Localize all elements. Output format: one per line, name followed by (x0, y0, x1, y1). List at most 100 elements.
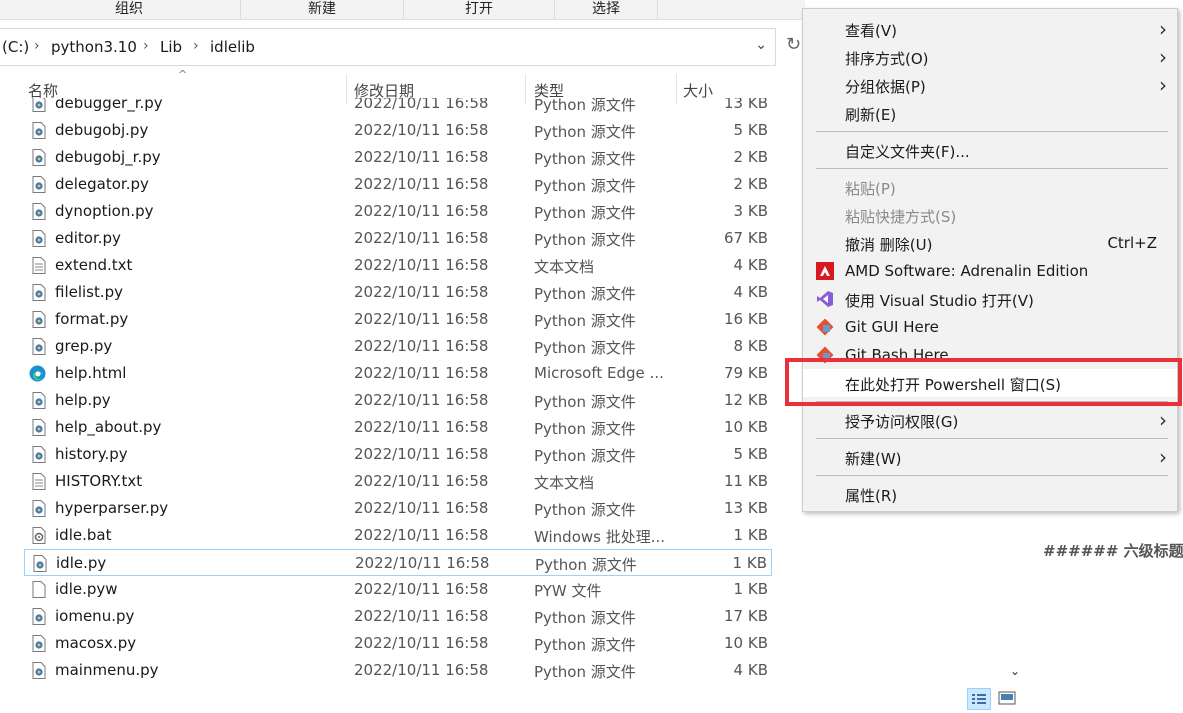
menu-item-label: 排序方式(O) (845, 50, 929, 68)
file-type: Python 源文件 (534, 393, 636, 411)
file-row[interactable]: editor.py 2022/10/11 16:58 Python 源文件 67 KB (24, 225, 772, 252)
file-date: 2022/10/11 16:58 (354, 256, 489, 274)
file-row[interactable]: help.html 2022/10/11 16:58 Microsoft Edge … (24, 360, 772, 387)
file-type: Python 源文件 (535, 556, 637, 574)
file-date: 2022/10/11 16:58 (354, 418, 489, 436)
file-type: Python 源文件 (534, 312, 636, 330)
sort-ascending-icon: ^ (178, 68, 188, 81)
file-size: 13 KB (724, 499, 768, 517)
file-date: 2022/10/11 16:58 (354, 445, 489, 463)
file-row[interactable]: format.py 2022/10/11 16:58 Python 源文件 16 KB (24, 306, 772, 333)
file-date: 2022/10/11 16:58 (354, 364, 489, 382)
file-date: 2022/10/11 16:58 (354, 283, 489, 301)
ribbon-group-new[interactable]: 新建 (241, 0, 404, 19)
menu-item-label: Git GUI Here (845, 318, 939, 336)
file-type: Windows 批处理... (534, 528, 666, 546)
file-row[interactable]: extend.txt 2022/10/11 16:58 文本文档 4 KB (24, 252, 772, 279)
file-row[interactable]: idle.bat 2022/10/11 16:58 Windows 批处理... 1 … (24, 522, 772, 549)
chevron-down-icon[interactable]: ⌄ (755, 37, 767, 53)
file-row[interactable]: filelist.py 2022/10/11 16:58 Python 源文件 4 K… (24, 279, 772, 306)
menu-item[interactable]: 刷新(E) (803, 99, 1177, 127)
file-row[interactable]: help.py 2022/10/11 16:58 Python 源文件 12 KB (24, 387, 772, 414)
scroll-down-icon[interactable]: ⌄ (1010, 664, 1020, 678)
file-row[interactable]: help_about.py 2022/10/11 16:58 Python 源文件 1… (24, 414, 772, 441)
python-file-icon (32, 122, 46, 139)
file-row[interactable]: dynoption.py 2022/10/11 16:58 Python 源文件 3 … (24, 198, 772, 225)
menu-item-label: 新建(W) (845, 450, 902, 468)
file-row[interactable]: debugobj.py 2022/10/11 16:58 Python 源文件 5 K… (24, 117, 772, 144)
python-file-icon (32, 419, 46, 436)
file-row[interactable]: macosx.py 2022/10/11 16:58 Python 源文件 10 KB (24, 630, 772, 657)
file-date: 2022/10/11 16:58 (354, 472, 489, 490)
large-icons-view-button[interactable] (996, 688, 1020, 710)
file-size: 1 KB (733, 526, 768, 544)
file-size: 5 KB (733, 121, 768, 139)
ribbon-group-select[interactable]: 选择 (555, 0, 658, 19)
menu-item-label: 自定义文件夹(F)... (845, 143, 970, 161)
address-bar[interactable]: (C:) › python3.10 › Lib › idlelib ⌄ (0, 28, 776, 66)
menu-item[interactable]: 撤消 删除(U) Ctrl+Z (803, 229, 1177, 257)
menu-item[interactable]: 使用 Visual Studio 打开(V) (803, 285, 1177, 313)
menu-item-label: 查看(V) (845, 22, 897, 40)
python-file-icon (32, 311, 46, 328)
file-name: grep.py (55, 337, 113, 355)
menu-item[interactable]: 自定义文件夹(F)... (803, 136, 1177, 164)
ribbon-group-organize[interactable]: 组织 (18, 0, 241, 19)
menu-item[interactable]: 分组依据(P) › (803, 71, 1177, 99)
chevron-right-icon: › (1159, 45, 1167, 69)
menu-item-label: 粘贴(P) (845, 180, 896, 198)
file-row[interactable]: mainmenu.py 2022/10/11 16:58 Python 源文件 4 K… (24, 657, 772, 684)
file-type: Python 源文件 (534, 609, 636, 627)
file-row[interactable]: HISTORY.txt 2022/10/11 16:58 文本文档 11 KB (24, 468, 772, 495)
menu-item[interactable]: 排序方式(O) › (803, 43, 1177, 71)
menu-item[interactable]: 属性(R) (803, 480, 1177, 508)
refresh-icon[interactable]: ↻ (786, 34, 801, 55)
breadcrumb-python[interactable]: python3.10 (51, 38, 137, 56)
menu-item[interactable]: 新建(W) › (803, 443, 1177, 471)
file-row[interactable]: delegator.py 2022/10/11 16:58 Python 源文件 2 … (24, 171, 772, 198)
file-type: Python 源文件 (534, 663, 636, 681)
file-type: Python 源文件 (534, 636, 636, 654)
file-row[interactable]: hyperparser.py 2022/10/11 16:58 Python 源文件… (24, 495, 772, 522)
file-type: Python 源文件 (534, 150, 636, 168)
file-row[interactable]: iomenu.py 2022/10/11 16:58 Python 源文件 17 KB (24, 603, 772, 630)
breadcrumb-lib[interactable]: Lib (160, 38, 182, 56)
details-view-button[interactable] (967, 688, 991, 710)
menu-item-label: 撤消 删除(U) (845, 236, 933, 254)
file-row[interactable]: idle.py 2022/10/11 16:58 Python 源文件 1 KB (24, 549, 772, 576)
breadcrumb-drive[interactable]: (C:) (2, 38, 29, 56)
file-size: 13 KB (724, 98, 768, 112)
file-name: help_about.py (55, 418, 162, 436)
file-row[interactable]: idle.pyw 2022/10/11 16:58 PYW 文件 1 KB (24, 576, 772, 603)
menu-item[interactable]: AMD Software: Adrenalin Edition (803, 257, 1177, 285)
breadcrumb-idlelib[interactable]: idlelib (210, 38, 255, 56)
file-size: 1 KB (733, 580, 768, 598)
file-row[interactable]: debugger_r.py 2022/10/11 16:58 Python 源文件 1… (24, 98, 772, 117)
menu-item[interactable]: 授予访问权限(G) › (803, 406, 1177, 434)
file-date: 2022/10/11 16:58 (354, 607, 489, 625)
menu-item: 粘贴(P) (803, 173, 1177, 201)
large-icons-view-icon (998, 691, 1016, 705)
breadcrumb-separator-icon[interactable]: › (193, 38, 199, 54)
file-row[interactable]: history.py 2022/10/11 16:58 Python 源文件 5 KB (24, 441, 772, 468)
breadcrumb-separator-icon[interactable]: › (143, 38, 149, 54)
highlight-annotation-box (785, 358, 1182, 406)
menu-item-label: 使用 Visual Studio 打开(V) (845, 292, 1034, 310)
python-file-icon (32, 608, 46, 625)
menu-shortcut: Ctrl+Z (1107, 234, 1157, 252)
file-size: 2 KB (733, 175, 768, 193)
file-name: idle.bat (55, 526, 112, 544)
file-row[interactable]: debugobj_r.py 2022/10/11 16:58 Python 源文件 2… (24, 144, 772, 171)
file-list[interactable]: debugger_r.py 2022/10/11 16:58 Python 源文件 1… (0, 98, 780, 686)
file-size: 11 KB (724, 472, 768, 490)
menu-item[interactable]: 查看(V) › (803, 15, 1177, 43)
details-view-icon (972, 694, 986, 704)
menu-item[interactable]: Git GUI Here (803, 313, 1177, 341)
file-row[interactable]: grep.py 2022/10/11 16:58 Python 源文件 8 KB (24, 333, 772, 360)
file-name: filelist.py (55, 283, 124, 301)
breadcrumb-separator-icon[interactable]: › (34, 38, 40, 54)
ribbon-group-open[interactable]: 打开 (404, 0, 555, 19)
edge-icon (29, 365, 46, 382)
file-name: dynoption.py (55, 202, 154, 220)
file-type: Microsoft Edge ... (534, 364, 664, 382)
